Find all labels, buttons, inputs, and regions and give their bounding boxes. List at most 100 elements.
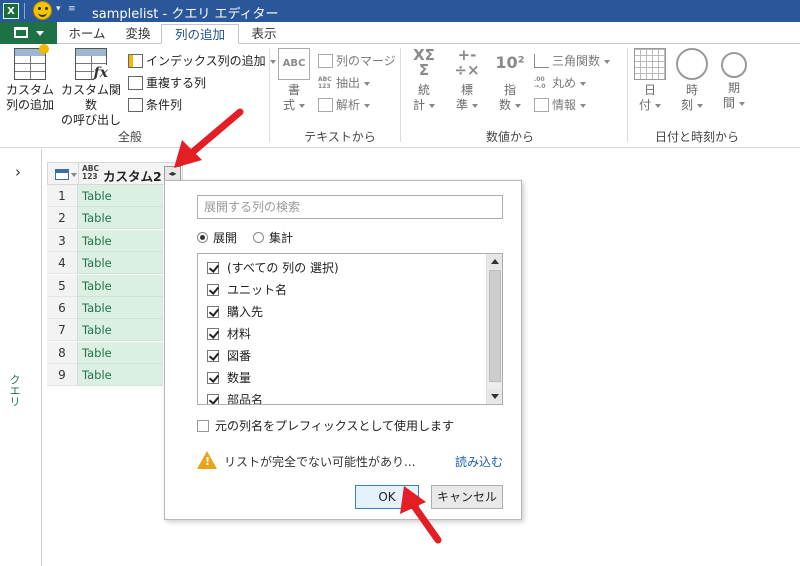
tab-add-column[interactable]: 列の追加: [161, 24, 239, 44]
row-number[interactable]: 9: [47, 364, 78, 387]
merge-columns-button[interactable]: 列のマージ: [318, 52, 396, 70]
scroll-thumb[interactable]: [489, 270, 501, 382]
custom-column-label-1: カスタム: [5, 83, 54, 97]
column-checklist-item[interactable]: 購入先: [207, 302, 263, 322]
rounding-label: 丸め: [552, 76, 577, 90]
scroll-down-icon[interactable]: [488, 389, 502, 403]
table-cell-link[interactable]: Table: [78, 252, 163, 275]
table-row[interactable]: 5 Table: [47, 274, 183, 297]
table-cell-link[interactable]: Table: [78, 207, 163, 230]
extract-icon: ABC 123: [318, 75, 332, 90]
search-columns-input[interactable]: 展開する列の検索: [197, 195, 503, 219]
chevron-right-icon[interactable]: ›: [15, 163, 21, 181]
column-checklist-item[interactable]: ユニット名: [207, 280, 287, 300]
table-cell-link[interactable]: Table: [78, 297, 163, 319]
any-type-icon[interactable]: ABC 123: [82, 165, 99, 181]
standard-button[interactable]: +- ÷× 標 準: [447, 48, 487, 113]
information-button[interactable]: 情報: [534, 96, 587, 114]
statistics-label-2: 計: [406, 98, 442, 113]
table-cell-link[interactable]: Table: [78, 274, 163, 297]
row-number[interactable]: 4: [47, 252, 78, 275]
format-button[interactable]: ABC 書 式: [274, 48, 314, 113]
rounding-button[interactable]: .00 →.0 丸め: [534, 74, 587, 92]
table-cell-link[interactable]: Table: [78, 185, 163, 207]
table-cell-link[interactable]: Table: [78, 341, 163, 364]
column-checklist-item[interactable]: 数量: [207, 368, 251, 388]
table-row[interactable]: 1 Table: [47, 185, 183, 207]
table-row[interactable]: 6 Table: [47, 297, 183, 319]
column-header-custom2[interactable]: カスタム2: [103, 166, 162, 185]
qa-dropdown-icon[interactable]: ▾: [56, 4, 61, 14]
column-checklist-item[interactable]: 部品名: [207, 390, 263, 404]
add-index-column-button[interactable]: インデックス列の追加: [128, 52, 276, 70]
prefix-checkbox[interactable]: [197, 419, 209, 432]
checkbox[interactable]: [207, 261, 219, 274]
warning-text: リストが完全でない可能性があり...: [224, 455, 416, 469]
file-menu-icon: [14, 27, 28, 38]
custom-column-label-2: 列の追加: [5, 98, 54, 112]
column-checklist-label: 購入先: [227, 305, 264, 319]
scientific-icon: 10²: [495, 53, 525, 72]
smiley-feedback-icon[interactable]: [33, 1, 52, 20]
extract-button[interactable]: ABC 123 抽出: [318, 74, 371, 92]
table-menu-button[interactable]: [48, 163, 79, 186]
radio-expand[interactable]: 展開: [197, 229, 237, 246]
checkbox[interactable]: [207, 327, 219, 340]
tab-transform[interactable]: 変換: [116, 24, 160, 44]
excel-app-icon[interactable]: X: [3, 3, 19, 19]
group-divider: [269, 48, 270, 142]
chevron-down-icon: [71, 173, 77, 177]
scientific-label-2: 数: [492, 98, 528, 113]
table-cell-link[interactable]: Table: [78, 319, 163, 342]
date-label-1: 日: [643, 83, 656, 97]
row-number[interactable]: 2: [47, 207, 78, 230]
table-row[interactable]: 9 Table: [47, 364, 183, 387]
duration-label-1: 期: [727, 81, 740, 95]
table-row[interactable]: 2 Table: [47, 207, 183, 230]
prefix-checkbox-option[interactable]: 元の列名をプレフィックスとして使用します: [197, 417, 454, 434]
file-tab[interactable]: [0, 22, 57, 44]
tab-home[interactable]: ホーム: [62, 24, 112, 44]
table-row[interactable]: 8 Table: [47, 341, 183, 364]
column-checklist-item[interactable]: (すべての 列の 選択): [207, 258, 339, 278]
table-row[interactable]: 4 Table: [47, 252, 183, 275]
row-number[interactable]: 3: [47, 229, 78, 252]
column-checklist: (すべての 列の 選択) ユニット名購入先材料 図番 数量部品名: [197, 253, 503, 405]
row-number[interactable]: 5: [47, 274, 78, 297]
row-number[interactable]: 7: [47, 319, 78, 342]
trigonometry-button[interactable]: 三角関数: [534, 52, 611, 70]
table-cell-link[interactable]: Table: [78, 229, 163, 252]
scroll-up-icon[interactable]: [488, 255, 502, 269]
radio-aggregate[interactable]: 集計: [253, 229, 293, 246]
time-button[interactable]: 時 刻: [674, 48, 710, 113]
duration-button[interactable]: 期 間: [716, 48, 752, 111]
checkbox[interactable]: [207, 371, 219, 384]
duplicate-column-button[interactable]: 重複する列: [128, 74, 206, 92]
table-cell-link[interactable]: Table: [78, 364, 163, 387]
table-row[interactable]: 3 Table: [47, 229, 183, 252]
tab-view[interactable]: 表示: [242, 24, 286, 44]
row-number[interactable]: 8: [47, 341, 78, 364]
table-row[interactable]: 7 Table: [47, 319, 183, 342]
row-number[interactable]: 1: [47, 185, 78, 207]
load-more-link[interactable]: 読み込む: [455, 453, 503, 470]
invoke-custom-function-button[interactable]: fx カスタム関数 の呼び出し: [58, 48, 124, 128]
checkbox[interactable]: [207, 393, 219, 404]
column-checklist-item[interactable]: 図番: [207, 346, 251, 366]
checkbox[interactable]: [207, 305, 219, 318]
duplicate-column-label: 重複する列: [146, 76, 207, 90]
statistics-button[interactable]: XΣ Σ 統 計: [406, 48, 442, 113]
checkbox[interactable]: [207, 283, 219, 296]
queries-pane-label[interactable]: クエリ: [6, 374, 22, 407]
qa-customize-icon[interactable]: ≡: [68, 4, 76, 14]
checklist-scrollbar[interactable]: [486, 254, 502, 404]
expand-columns-popup: 展開する列の検索 展開 集計 (すべての 列の 選択) ユニット名購入先材料 図番数…: [164, 180, 522, 520]
scientific-button[interactable]: 10² 指 数: [492, 48, 528, 113]
checkbox[interactable]: [207, 349, 219, 362]
custom-column-button[interactable]: カスタム 列の追加: [4, 44, 56, 113]
parse-button[interactable]: 解析: [318, 96, 371, 114]
row-number[interactable]: 6: [47, 297, 78, 319]
column-checklist-item[interactable]: 材料: [207, 324, 251, 344]
trigonometry-label: 三角関数: [552, 54, 601, 68]
date-button[interactable]: 日 付: [632, 48, 668, 113]
